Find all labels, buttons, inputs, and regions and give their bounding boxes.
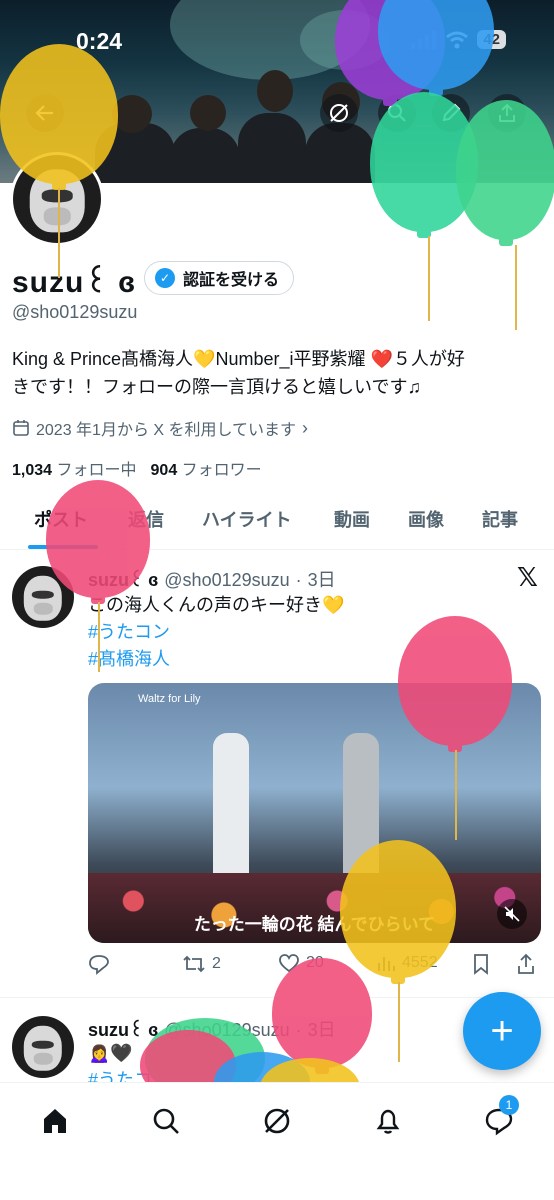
retweet-count: 2 <box>212 955 221 972</box>
follow-stats: 1,034 フォロー中 904 フォロワー <box>12 456 262 480</box>
nav-grok[interactable] <box>257 1101 297 1141</box>
tweet-avatar[interactable] <box>12 1016 74 1078</box>
retweet-icon <box>183 955 205 973</box>
nav-home[interactable] <box>35 1101 75 1141</box>
joined-date[interactable]: 2023 年1月から X を利用しています › <box>12 416 308 440</box>
followers-label: フォロワー <box>181 462 262 479</box>
muted-speaker-icon <box>504 906 520 922</box>
tweet-body: この海人くんの声のキー好き💛 <box>88 595 345 615</box>
reply-button[interactable] <box>88 953 110 975</box>
tab-images[interactable]: 画像 <box>408 490 444 548</box>
hashtag-link[interactable]: #髙橋海人 <box>88 646 344 673</box>
tweet-handle: @sho0129suzu <box>164 570 290 590</box>
calendar-icon <box>13 420 29 436</box>
following-label: フォロー中 <box>56 462 137 479</box>
profile-display-name: suzu꒰ ɞ <box>12 266 137 299</box>
tweet-time[interactable]: 3日 <box>308 566 336 592</box>
bio-line: King & Prince髙橋海人💛Number_i平野紫耀 ❤️５人が好 <box>12 349 465 369</box>
compose-post-button[interactable]: + <box>463 992 541 1070</box>
message-badge: 1 <box>499 1095 519 1115</box>
following-count: 1,034 <box>12 462 53 479</box>
nav-notifications[interactable] <box>368 1101 408 1141</box>
search-icon <box>153 1108 179 1134</box>
tab-highlights[interactable]: ハイライト <box>202 490 292 548</box>
hashtag-link[interactable]: #うたコン <box>88 619 344 646</box>
bookmark-icon <box>474 954 488 975</box>
share-icon <box>518 953 534 974</box>
video-overlay-title: Waltz for Lily <box>138 693 201 705</box>
balloon <box>456 100 554 240</box>
grok-button[interactable] <box>320 94 358 132</box>
tab-videos[interactable]: 動画 <box>334 490 370 548</box>
x-logo-icon: 𝕏 <box>517 562 538 592</box>
followers-link[interactable]: 904 フォロワー <box>151 456 262 480</box>
verified-badge-icon: ✓ <box>155 268 175 288</box>
balloon <box>398 616 512 746</box>
share-tweet-button[interactable] <box>516 953 536 975</box>
bottom-navigation: 1 <box>0 1082 554 1200</box>
profile-bio: King & Prince髙橋海人💛Number_i平野紫耀 ❤️５人が好 きで… <box>12 345 542 401</box>
joined-date-text: 2023 年1月から X を利用しています <box>36 422 297 439</box>
mute-button[interactable] <box>497 899 527 929</box>
balloon <box>0 44 118 184</box>
tweet-author-name[interactable]: suzu꒰ ɞ <box>88 1018 158 1041</box>
retweet-button[interactable]: 2 <box>182 953 221 975</box>
bell-icon <box>376 1109 400 1134</box>
following-link[interactable]: 1,034 フォロー中 <box>12 456 137 480</box>
balloon <box>272 958 372 1068</box>
video-caption: たった一輪の花 結んでひらいて <box>193 915 436 934</box>
grok-icon <box>330 104 348 122</box>
balloon <box>46 480 150 598</box>
profile-handle: @sho0129suzu <box>12 302 138 322</box>
followers-count: 904 <box>150 462 178 479</box>
get-verified-button[interactable]: ✓ 認証を受ける <box>144 261 295 295</box>
get-verified-label: 認証を受ける <box>183 272 280 289</box>
home-icon <box>44 1109 66 1133</box>
balloon <box>340 840 456 978</box>
tweet-text: この海人くんの声のキー好き💛 #うたコン #髙橋海人 <box>88 592 344 673</box>
chevron-right-icon: › <box>302 417 309 438</box>
grok-icon <box>264 1108 290 1134</box>
nav-messages[interactable]: 1 <box>479 1095 519 1141</box>
bio-line: きです！！フォローの際一言頂けると嬉しいです♫ <box>12 377 421 397</box>
tab-articles[interactable]: 記事 <box>482 490 518 548</box>
bookmark-button[interactable] <box>472 953 490 975</box>
nav-search[interactable] <box>146 1101 186 1141</box>
reply-icon <box>89 955 109 975</box>
plus-icon: + <box>490 1008 514 1053</box>
